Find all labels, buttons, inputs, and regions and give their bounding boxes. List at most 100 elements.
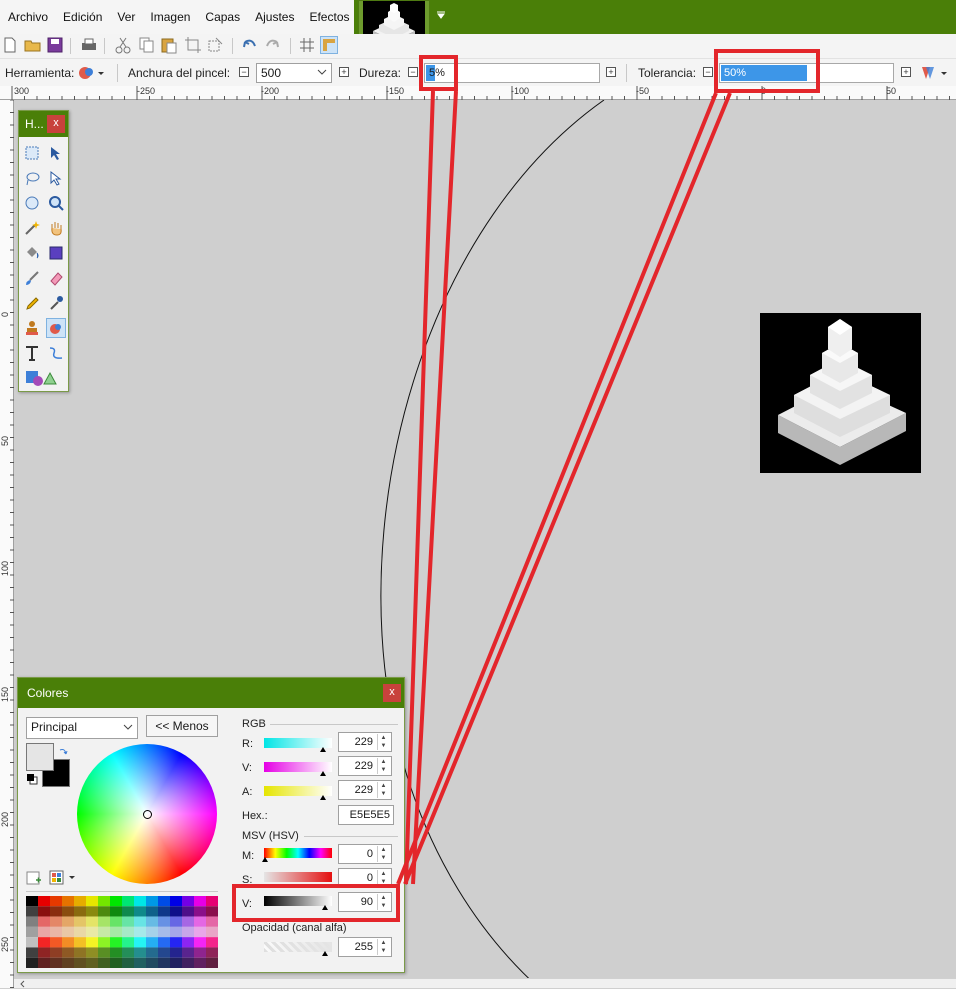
new-file-icon[interactable]	[2, 36, 20, 54]
paint-bucket-tool-icon[interactable]	[22, 243, 42, 263]
palette-swatch[interactable]	[74, 906, 86, 917]
color-palette-grid[interactable]	[26, 896, 218, 968]
palette-swatch[interactable]	[38, 947, 50, 958]
palette-swatch[interactable]	[146, 896, 158, 907]
eraser-tool-icon[interactable]	[46, 268, 66, 288]
palette-swatch[interactable]	[170, 947, 182, 958]
crop-icon[interactable]	[184, 36, 202, 54]
palette-swatch[interactable]	[98, 957, 110, 968]
ellipse-select-tool-icon[interactable]	[22, 193, 42, 213]
palette-swatch[interactable]	[146, 916, 158, 927]
brush-width-combo[interactable]: 500	[256, 63, 332, 83]
palette-swatch[interactable]	[182, 906, 194, 917]
red-spinner[interactable]: ▲ ▼	[377, 734, 389, 750]
red-slider-caret[interactable]	[320, 747, 326, 752]
palette-swatch[interactable]	[26, 906, 38, 917]
recolor-tool-icon[interactable]	[78, 64, 104, 85]
palette-swatch[interactable]	[38, 937, 50, 948]
palette-swatch[interactable]	[110, 906, 122, 917]
menu-edicion[interactable]: Edición	[55, 0, 109, 34]
palette-swatch[interactable]	[182, 916, 194, 927]
palette-swatch[interactable]	[62, 957, 74, 968]
palette-swatch[interactable]	[50, 896, 62, 907]
palette-swatch[interactable]	[122, 947, 134, 958]
palette-swatch[interactable]	[182, 926, 194, 938]
pan-hand-tool-icon[interactable]	[46, 218, 66, 238]
menu-archivo[interactable]: Archivo	[0, 0, 55, 34]
print-icon[interactable]	[80, 36, 98, 54]
palette-menu-icon[interactable]	[49, 870, 79, 889]
grid-icon[interactable]	[298, 36, 316, 54]
alpha-slider-caret[interactable]	[322, 951, 328, 956]
ruler-toggle-icon[interactable]	[320, 36, 338, 54]
palette-swatch[interactable]	[158, 896, 170, 907]
palette-swatch[interactable]	[194, 926, 206, 938]
less-button[interactable]: << Menos	[146, 715, 218, 737]
palette-swatch[interactable]	[110, 937, 122, 948]
palette-swatch[interactable]	[62, 906, 74, 917]
palette-swatch[interactable]	[110, 947, 122, 958]
alpha-spinner[interactable]: ▲ ▼	[377, 939, 389, 955]
lasso-select-tool-icon[interactable]	[22, 168, 42, 188]
palette-swatch[interactable]	[134, 916, 146, 927]
palette-swatch[interactable]	[122, 916, 134, 927]
palette-swatch[interactable]	[74, 937, 86, 948]
palette-swatch[interactable]	[182, 937, 194, 948]
palette-swatch[interactable]	[38, 926, 50, 938]
move-selected-tool-icon[interactable]	[46, 143, 66, 163]
palette-swatch[interactable]	[98, 947, 110, 958]
image-layer[interactable]	[760, 313, 921, 473]
tools-window-titlebar[interactable]: H... x	[19, 111, 68, 137]
palette-swatch[interactable]	[182, 896, 194, 907]
zoom-tool-icon[interactable]	[46, 193, 66, 213]
palette-swatch[interactable]	[182, 957, 194, 968]
palette-swatch[interactable]	[134, 957, 146, 968]
blue-spinner[interactable]: ▲ ▼	[377, 782, 389, 798]
palette-swatch[interactable]	[146, 947, 158, 958]
palette-swatch[interactable]	[134, 896, 146, 907]
palette-swatch[interactable]	[170, 916, 182, 927]
palette-swatch[interactable]	[86, 947, 98, 958]
palette-swatch[interactable]	[98, 906, 110, 917]
palette-swatch[interactable]	[170, 957, 182, 968]
colors-close-button[interactable]: x	[383, 684, 401, 702]
hardness-increase-button[interactable]: +	[606, 67, 616, 77]
palette-swatch[interactable]	[158, 916, 170, 927]
palette-mode-select[interactable]: Principal	[26, 717, 138, 739]
green-value-input[interactable]: 229 ▲ ▼	[338, 756, 392, 776]
menu-imagen[interactable]: Imagen	[142, 0, 197, 34]
palette-swatch[interactable]	[86, 896, 98, 907]
palette-swatch[interactable]	[62, 947, 74, 958]
open-folder-icon[interactable]	[24, 36, 42, 54]
palette-swatch[interactable]	[158, 926, 170, 938]
hex-input[interactable]: E5E5E5	[338, 805, 394, 825]
palette-swatch[interactable]	[122, 926, 134, 938]
swap-colors-icon[interactable]	[58, 746, 68, 760]
blue-value-input[interactable]: 229 ▲ ▼	[338, 780, 392, 800]
redo-icon[interactable]	[264, 36, 282, 54]
palette-swatch[interactable]	[170, 896, 182, 907]
palette-swatch[interactable]	[194, 937, 206, 948]
palette-swatch[interactable]	[38, 906, 50, 917]
palette-swatch[interactable]	[122, 896, 134, 907]
color-wheel[interactable]	[77, 744, 217, 884]
palette-swatch[interactable]	[206, 916, 218, 927]
palette-swatch[interactable]	[110, 916, 122, 927]
palette-swatch[interactable]	[74, 916, 86, 927]
move-selection-tool-icon[interactable]	[46, 168, 66, 188]
palette-swatch[interactable]	[122, 937, 134, 948]
green-slider-caret[interactable]	[320, 771, 326, 776]
text-tool-icon[interactable]	[22, 343, 42, 363]
menu-ver[interactable]: Ver	[109, 0, 142, 34]
deselect-icon[interactable]	[206, 36, 224, 54]
palette-swatch[interactable]	[182, 947, 194, 958]
palette-swatch[interactable]	[158, 957, 170, 968]
palette-swatch[interactable]	[86, 926, 98, 938]
palette-swatch[interactable]	[26, 926, 38, 938]
palette-swatch[interactable]	[158, 937, 170, 948]
recolor-tool-icon[interactable]	[46, 318, 66, 338]
palette-swatch[interactable]	[122, 957, 134, 968]
palette-swatch[interactable]	[134, 926, 146, 938]
palette-swatch[interactable]	[206, 947, 218, 958]
palette-swatch[interactable]	[74, 957, 86, 968]
